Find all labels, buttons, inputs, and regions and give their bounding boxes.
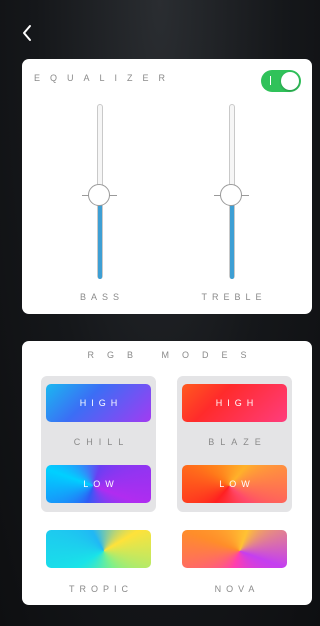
- slider-thumb[interactable]: [220, 184, 242, 206]
- rgb-modes-title: RGB MODES: [87, 350, 260, 360]
- chill-label: CHILL: [73, 437, 130, 447]
- nova-button[interactable]: [182, 530, 287, 568]
- treble-slider[interactable]: [212, 104, 252, 282]
- equalizer-card: EQUALIZER BASS TREBLE: [22, 59, 312, 314]
- slider-thumb[interactable]: [88, 184, 110, 206]
- blaze-label: BLAZE: [208, 437, 267, 447]
- chevron-left-icon: [23, 25, 31, 41]
- mode-group-chill: HIGH CHILL LOW: [41, 376, 156, 512]
- tropic-button[interactable]: [46, 530, 151, 568]
- back-button[interactable]: [16, 22, 38, 44]
- slider-tick: [241, 195, 249, 196]
- treble-label: TREBLE: [201, 292, 267, 302]
- toggle-on-mark: [270, 76, 271, 85]
- rgb-modes-card: RGB MODES HIGH CHILL LOW HIGH BLAZE LOW …: [22, 341, 312, 605]
- mode-group-blaze: HIGH BLAZE LOW: [177, 376, 292, 512]
- toggle-knob: [281, 72, 299, 90]
- nova-label: NOVA: [214, 584, 260, 594]
- equalizer-title: EQUALIZER: [34, 73, 176, 83]
- blaze-high-button[interactable]: HIGH: [182, 384, 287, 422]
- bass-slider[interactable]: [80, 104, 120, 282]
- slider-fill: [230, 198, 234, 279]
- blaze-low-button[interactable]: LOW: [182, 465, 287, 503]
- equalizer-toggle[interactable]: [261, 70, 301, 92]
- bass-label: BASS: [79, 292, 124, 302]
- slider-fill: [98, 198, 102, 279]
- chill-high-button[interactable]: HIGH: [46, 384, 151, 422]
- chill-low-button[interactable]: LOW: [46, 465, 151, 503]
- tropic-label: TROPIC: [68, 584, 133, 594]
- slider-tick: [109, 195, 117, 196]
